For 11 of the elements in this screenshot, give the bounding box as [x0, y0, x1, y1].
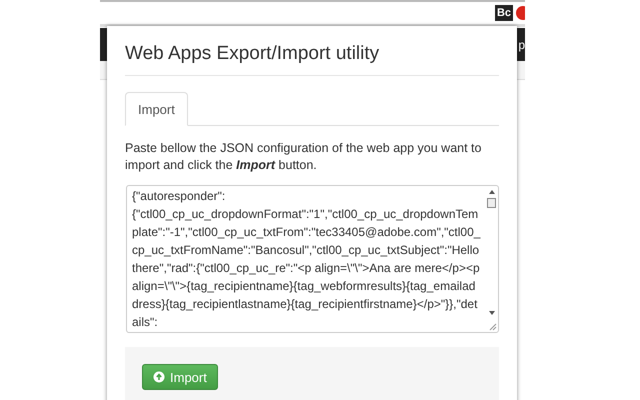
tab[interactable]: Import	[125, 92, 188, 126]
nav-text: p	[518, 38, 525, 52]
popup-title: Web Apps Export/Import utility	[125, 26, 499, 76]
json-input-field[interactable]: {"autoresponder": {"ctl00_cp_uc_dropdownFormat":"1","ctl00_cp_uc_dropdownTemplate":"-1","ctl00_cp_uc_txtFrom":"tec33405@adobe.com","ctl00_cp_uc_txtFromName":"Bancosul","ctl00_cp_uc_txtSubject":"Hello there","rad":{"ctl00_cp_uc_re":"<p align=\"\">Ana are mere</p><p align=\"\">{tag_recipientname}{tag_webformresults}{tag_emailaddress}{tag_recipientlastname}{tag_recipientfirstname}</p>"}},"details":	[126, 185, 499, 333]
upload-icon	[153, 371, 165, 383]
extension-button[interactable]: Bc	[494, 5, 513, 21]
instructions-text: Paste bellow the JSON configuration of the web app you want to import and click the Import button.	[125, 140, 482, 174]
resize-grip-icon[interactable]	[489, 323, 497, 331]
scroll-thumb[interactable]	[487, 198, 496, 208]
scroll-up-icon[interactable]	[488, 189, 496, 195]
scroll-down-icon[interactable]	[488, 310, 496, 316]
